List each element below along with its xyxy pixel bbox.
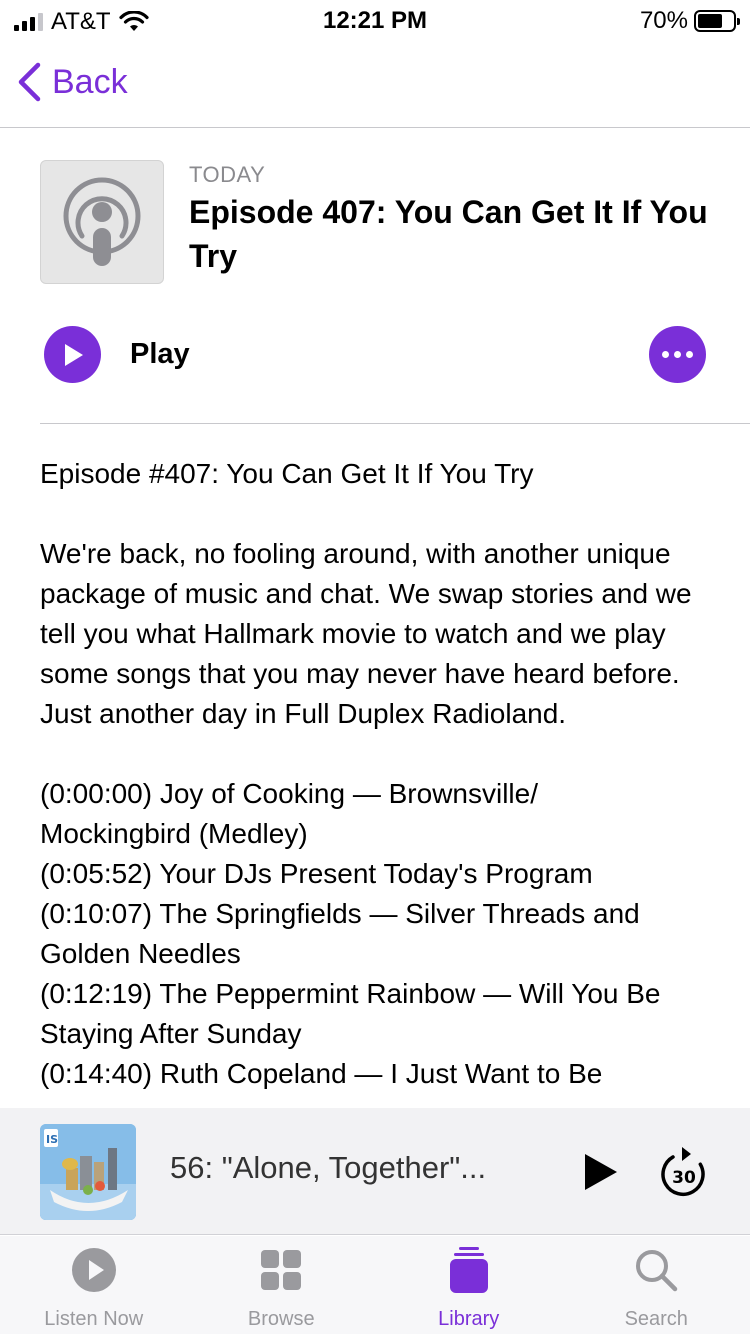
tab-browse[interactable]: Browse	[188, 1236, 376, 1334]
skip-forward-30-button[interactable]: 30	[660, 1146, 708, 1198]
play-circle-icon	[71, 1248, 116, 1292]
podcasts-icon	[63, 177, 141, 266]
tab-label: Browse	[247, 1308, 315, 1330]
back-button[interactable]: Back	[16, 62, 128, 102]
svg-text:IS: IS	[46, 1133, 58, 1146]
mini-player[interactable]: IS 56: "Alone, Together"... 30	[0, 1108, 750, 1235]
episode-date: TODAY	[189, 162, 266, 187]
chevron-left-icon	[18, 62, 41, 102]
magnifier-icon	[636, 1250, 678, 1292]
tab-listen-now[interactable]: Listen Now	[0, 1236, 188, 1334]
status-bar: AT&T 12:21 PM 70%	[0, 0, 750, 40]
play-icon	[64, 343, 83, 366]
skip-forward-30-icon: 30	[661, 1147, 705, 1196]
podcast-artwork	[40, 160, 164, 284]
mini-play-icon[interactable]	[583, 1152, 619, 1192]
battery-group: 70%	[639, 7, 740, 35]
description-tracklist: (0:00:00) Joy of Cooking — Brownsville/ …	[40, 778, 661, 1089]
tab-label: Library	[438, 1308, 500, 1330]
battery-icon	[694, 10, 740, 32]
svg-text:30: 30	[672, 1168, 696, 1188]
tab-search[interactable]: Search	[563, 1236, 750, 1334]
divider	[40, 423, 750, 424]
battery-percent: 70%	[639, 7, 688, 34]
mini-player-artwork: IS	[40, 1124, 136, 1220]
episode-description: Episode #407: You Can Get It If You Try …	[40, 454, 730, 1108]
tab-library[interactable]: Library	[375, 1236, 563, 1334]
library-stack-icon	[449, 1247, 488, 1293]
now-playing-title[interactable]: 56: "Alone, Together"...	[170, 1150, 540, 1186]
navigation-bar: Back	[0, 40, 750, 128]
clock: 12:21 PM	[322, 7, 428, 34]
tab-bar: Listen Now Browse Library Search	[0, 1236, 750, 1334]
play-label[interactable]: Play	[130, 338, 190, 371]
more-options-button[interactable]	[649, 326, 706, 383]
grid-icon	[261, 1250, 302, 1290]
ellipsis-icon	[662, 351, 669, 358]
description-heading: Episode #407: You Can Get It If You Try	[40, 458, 534, 489]
tab-label: Search	[624, 1308, 688, 1330]
description-summary: We're back, no fooling around, with anot…	[40, 538, 692, 729]
israel-story-artwork: IS	[40, 1124, 136, 1220]
episode-title: Episode 407: You Can Get It If You Try	[189, 194, 708, 274]
tab-label: Listen Now	[44, 1308, 144, 1330]
back-label: Back	[52, 62, 128, 101]
play-button[interactable]	[44, 326, 101, 383]
